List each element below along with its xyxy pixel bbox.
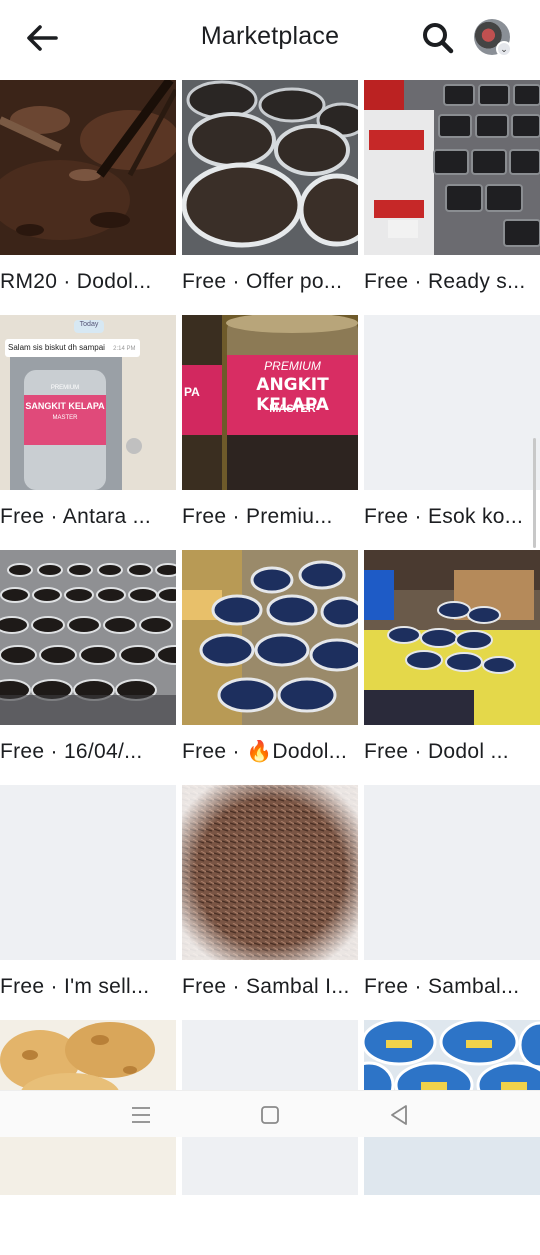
listing-title: RM20 · Dodol... — [0, 270, 152, 293]
listing-image[interactable]: Today Salam sis biskut dh sampai 2:14 PM… — [0, 315, 176, 490]
listing-card[interactable]: Free · Sambal I... — [182, 785, 358, 1020]
listing-image-placeholder[interactable] — [0, 785, 176, 960]
chat-message: Salam sis biskut dh sampai — [8, 343, 105, 352]
listing-image[interactable] — [182, 785, 358, 960]
jar-brand-left: PA — [184, 385, 200, 399]
home-square-icon[interactable] — [255, 1101, 285, 1129]
jar-brand-text: SANGKIT KELAPA — [25, 401, 105, 411]
scrollbar[interactable] — [533, 438, 536, 548]
listing-image[interactable] — [364, 80, 540, 255]
jar-brand-sub: MASTER — [52, 415, 78, 421]
listing-title: Free · 16/04/... — [0, 740, 143, 763]
listing-row: Free · I'm sell... Free · Sambal I... Fr… — [0, 785, 540, 1020]
listing-card[interactable]: RM20 · Dodol... — [0, 80, 176, 315]
jar-brand-top: PREMIUM — [264, 359, 321, 373]
listing-image[interactable] — [182, 550, 358, 725]
listing-card[interactable]: Today Salam sis biskut dh sampai 2:14 PM… — [0, 315, 176, 550]
listing-title: Free · 🔥Dodol... — [182, 740, 348, 763]
listing-card[interactable]: PREMIUM ANGKIT KELAPA MASTER PA Free · P… — [182, 315, 358, 550]
listing-title: Free · Sambal I... — [182, 975, 350, 998]
chevron-down-icon[interactable]: ⌄ — [496, 41, 512, 57]
listing-card[interactable] — [0, 1020, 176, 1255]
listing-image[interactable] — [0, 80, 176, 255]
listing-title: Free · Sambal... — [364, 975, 520, 998]
listing-card[interactable]: Free · 16/04/... — [0, 550, 176, 785]
listing-card[interactable]: Free · Dodol ... — [364, 550, 540, 785]
jar-brand-top: PREMIUM — [50, 385, 80, 391]
listing-title: Free · Offer po... — [182, 270, 343, 293]
listing-row: Today Salam sis biskut dh sampai 2:14 PM… — [0, 315, 540, 550]
listing-image[interactable] — [0, 550, 176, 725]
listing-card[interactable]: Free · Esok ko... — [364, 315, 540, 550]
listing-title: Free · Ready s... — [364, 270, 526, 293]
listing-card[interactable] — [364, 1020, 540, 1255]
listing-row: RM20 · Dodol... Free · Offer po... Free … — [0, 80, 540, 315]
listing-card[interactable] — [182, 1020, 358, 1255]
listing-title: Free · Antara ... — [0, 505, 151, 528]
listing-title: Free · Dodol ... — [364, 740, 509, 763]
listing-image[interactable] — [182, 80, 358, 255]
listing-row — [0, 1020, 540, 1255]
listing-image[interactable]: PREMIUM ANGKIT KELAPA MASTER PA — [182, 315, 358, 490]
listing-row: Free · 16/04/... Free · 🔥Dodol... Free ·… — [0, 550, 540, 785]
top-app-bar: Marketplace ⌄ — [0, 0, 540, 78]
listing-title: Free · Premiu... — [182, 505, 333, 528]
listing-card[interactable]: Free · Offer po... — [182, 80, 358, 315]
listing-title: Free · Esok ko... — [364, 505, 524, 528]
chat-time: 2:14 PM — [113, 346, 136, 352]
listing-card[interactable]: Free · 🔥Dodol... — [182, 550, 358, 785]
back-triangle-icon[interactable] — [384, 1101, 414, 1129]
page-title: Marketplace — [200, 22, 340, 50]
listing-title: Free · I'm sell... — [0, 975, 150, 998]
listing-image-placeholder[interactable] — [364, 315, 540, 490]
listing-card[interactable]: Free · Sambal... — [364, 785, 540, 1020]
jar-brand-sub: MASTER — [269, 403, 316, 415]
search-icon[interactable] — [420, 20, 456, 56]
listing-image-placeholder[interactable] — [364, 785, 540, 960]
listing-image[interactable] — [364, 550, 540, 725]
listing-card[interactable]: Free · Ready s... — [364, 80, 540, 315]
listing-card[interactable]: Free · I'm sell... — [0, 785, 176, 1020]
menu-icon[interactable] — [126, 1101, 156, 1129]
chat-day-label: Today — [79, 321, 99, 328]
system-navigation-bar — [0, 1090, 540, 1137]
